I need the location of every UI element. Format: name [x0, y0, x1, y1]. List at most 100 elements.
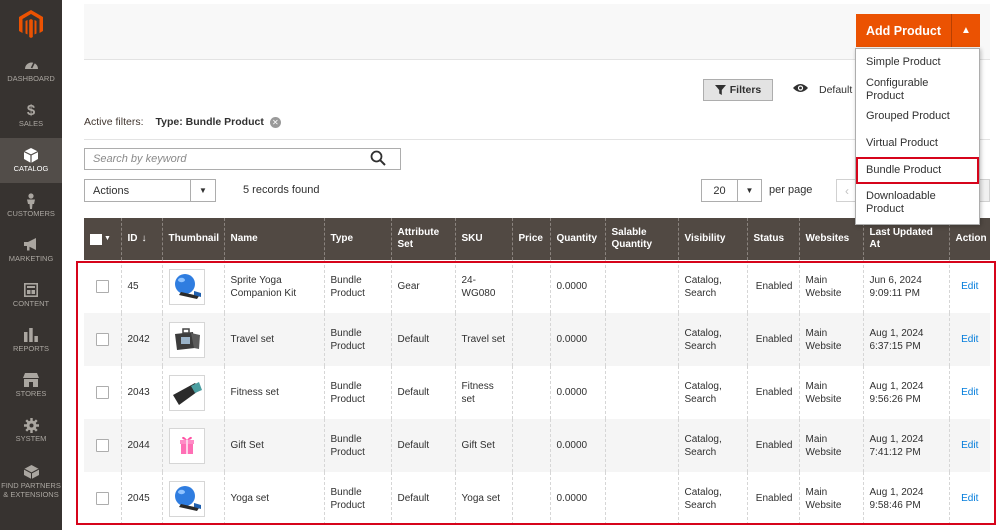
sidebar-item-sales[interactable]: $ SALES: [0, 93, 62, 138]
row-checkbox[interactable]: [96, 439, 109, 452]
caret-down-icon[interactable]: ▼: [104, 233, 111, 245]
column-header-id[interactable]: ID ↓: [120, 218, 162, 260]
row-checkbox[interactable]: [96, 333, 109, 346]
table-row[interactable]: 2042 Travel set Bundle Product Default T…: [84, 313, 990, 366]
sidebar-item-find-partners[interactable]: FIND PARTNERS & EXTENSIONS: [0, 453, 62, 511]
column-header-sku[interactable]: SKU: [454, 218, 512, 260]
cell-id: 2043: [120, 366, 162, 419]
menu-item-bundle-product[interactable]: Bundle Product: [856, 157, 979, 184]
eye-icon[interactable]: [793, 83, 808, 96]
person-icon: [25, 193, 37, 210]
cell-visibility: Catalog, Search: [677, 313, 747, 366]
sidebar-item-system[interactable]: SYSTEM: [0, 408, 62, 453]
active-filters-label: Active filters:: [84, 116, 144, 128]
default-view-dropdown[interactable]: Default View: [819, 84, 855, 96]
column-header-visibility[interactable]: Visibility: [677, 218, 747, 260]
column-header-type[interactable]: Type: [323, 218, 391, 260]
add-product-button[interactable]: Add Product: [856, 14, 951, 47]
gift-box-thumbnail[interactable]: [168, 427, 205, 464]
sidebar-item-label: SYSTEM: [15, 433, 47, 443]
menu-item-virtual-product[interactable]: Virtual Product: [856, 130, 979, 157]
content-icon: [24, 282, 38, 300]
sidebar-item-label: FIND PARTNERS & EXTENSIONS: [1, 480, 61, 499]
edit-link[interactable]: Edit: [961, 493, 978, 504]
cell-type: Bundle Product: [323, 366, 391, 419]
add-product-split-button[interactable]: Add Product ▲: [856, 14, 980, 47]
cell-sku: Yoga set: [454, 472, 512, 525]
active-filter-type: Type: Bundle Product: [155, 116, 264, 128]
sidebar-item-reports[interactable]: REPORTS: [0, 318, 62, 363]
cell-websites: Main Website: [798, 419, 863, 472]
cell-sku: Travel set: [454, 313, 512, 366]
yoga-ball-thumbnail[interactable]: [168, 480, 205, 517]
filters-button[interactable]: Filters: [703, 79, 773, 101]
cell-name: Fitness set: [223, 366, 324, 419]
cell-name: Yoga set: [223, 472, 324, 525]
magento-logo[interactable]: [0, 0, 62, 48]
column-header-websites[interactable]: Websites: [798, 218, 863, 260]
search-input[interactable]: [85, 149, 365, 169]
dashboard-icon: [24, 58, 39, 75]
menu-item-downloadable-product[interactable]: Downloadable Product: [856, 184, 979, 222]
row-checkbox[interactable]: [96, 280, 109, 293]
travel-bag-thumbnail[interactable]: [168, 321, 205, 358]
column-header-quantity[interactable]: Quantity: [549, 218, 605, 260]
edit-link[interactable]: Edit: [961, 440, 978, 451]
mass-actions-select[interactable]: Actions ▼: [84, 179, 216, 202]
caret-up-icon: ▲: [961, 25, 971, 36]
column-header-name[interactable]: Name: [223, 218, 324, 260]
menu-item-configurable-product[interactable]: Configurable Product: [856, 76, 979, 103]
add-product-menu: Simple Product Configurable Product Grou…: [855, 48, 980, 225]
column-header-status[interactable]: Status: [746, 218, 799, 260]
cell-name: Travel set: [223, 313, 324, 366]
cell-id: 45: [120, 260, 162, 313]
chevron-left-icon: ‹: [845, 183, 849, 198]
table-row[interactable]: 2044 Gift Set Bundle Product Default Gif…: [84, 419, 990, 472]
column-header-price[interactable]: Price: [511, 218, 550, 260]
table-row[interactable]: 2043 Fitness set Bundle Product Default …: [84, 366, 990, 419]
cell-quantity: 0.0000: [549, 419, 605, 472]
cell-status: Enabled: [746, 366, 799, 419]
cell-type: Bundle Product: [323, 419, 391, 472]
per-page-select[interactable]: 20 ▼: [701, 179, 762, 202]
table-row[interactable]: 2045 Yoga set Bundle Product Default Yog…: [84, 472, 990, 525]
column-header-attribute-set[interactable]: Attribute Set: [390, 218, 455, 260]
edit-link[interactable]: Edit: [961, 334, 978, 345]
menu-item-grouped-product[interactable]: Grouped Product: [856, 103, 979, 130]
cell-salable-quantity: [604, 419, 678, 472]
sidebar-item-stores[interactable]: STORES: [0, 363, 62, 408]
cell-salable-quantity: [604, 260, 678, 313]
dollar-icon: $: [26, 101, 36, 119]
sidebar-item-customers[interactable]: CUSTOMERS: [0, 183, 62, 228]
cube-icon: [23, 147, 39, 165]
sidebar-item-label: CATALOG: [13, 163, 49, 173]
pagination-control[interactable]: [980, 179, 990, 202]
table-row[interactable]: 45 Sprite Yoga Companion Kit Bundle Prod…: [84, 260, 990, 313]
cell-sku: Fitness set: [454, 366, 512, 419]
cell-salable-quantity: [604, 472, 678, 525]
sidebar-item-marketing[interactable]: MARKETING: [0, 228, 62, 273]
row-checkbox[interactable]: [96, 386, 109, 399]
cell-last-updated: Aug 1, 2024 7:41:12 PM: [862, 419, 949, 472]
yoga-mat-thumbnail[interactable]: [168, 374, 205, 411]
mass-select-checkbox[interactable]: [90, 233, 102, 245]
column-header-salable-quantity: Salable Quantity: [604, 218, 678, 260]
remove-filter-icon[interactable]: ✕: [269, 117, 281, 128]
menu-item-simple-product[interactable]: Simple Product: [856, 49, 979, 76]
cell-status: Enabled: [746, 472, 799, 525]
sidebar-item-label: CONTENT: [12, 298, 50, 308]
row-checkbox[interactable]: [96, 492, 109, 505]
sidebar-item-catalog[interactable]: CATALOG: [0, 138, 62, 183]
search-icon[interactable]: [370, 150, 386, 169]
yoga-ball-thumbnail[interactable]: [168, 268, 205, 305]
cell-sku: Gift Set: [454, 419, 512, 472]
funnel-icon: [714, 85, 726, 95]
mass-actions-label: Actions: [93, 184, 130, 197]
add-product-toggle[interactable]: ▲: [951, 14, 980, 47]
edit-link[interactable]: Edit: [961, 281, 978, 292]
sidebar-item-content[interactable]: CONTENT: [0, 273, 62, 318]
per-page-label: per page: [769, 184, 813, 196]
mass-select-header[interactable]: ▼: [84, 218, 121, 260]
sidebar-item-dashboard[interactable]: DASHBOARD: [0, 48, 62, 93]
edit-link[interactable]: Edit: [961, 387, 978, 398]
